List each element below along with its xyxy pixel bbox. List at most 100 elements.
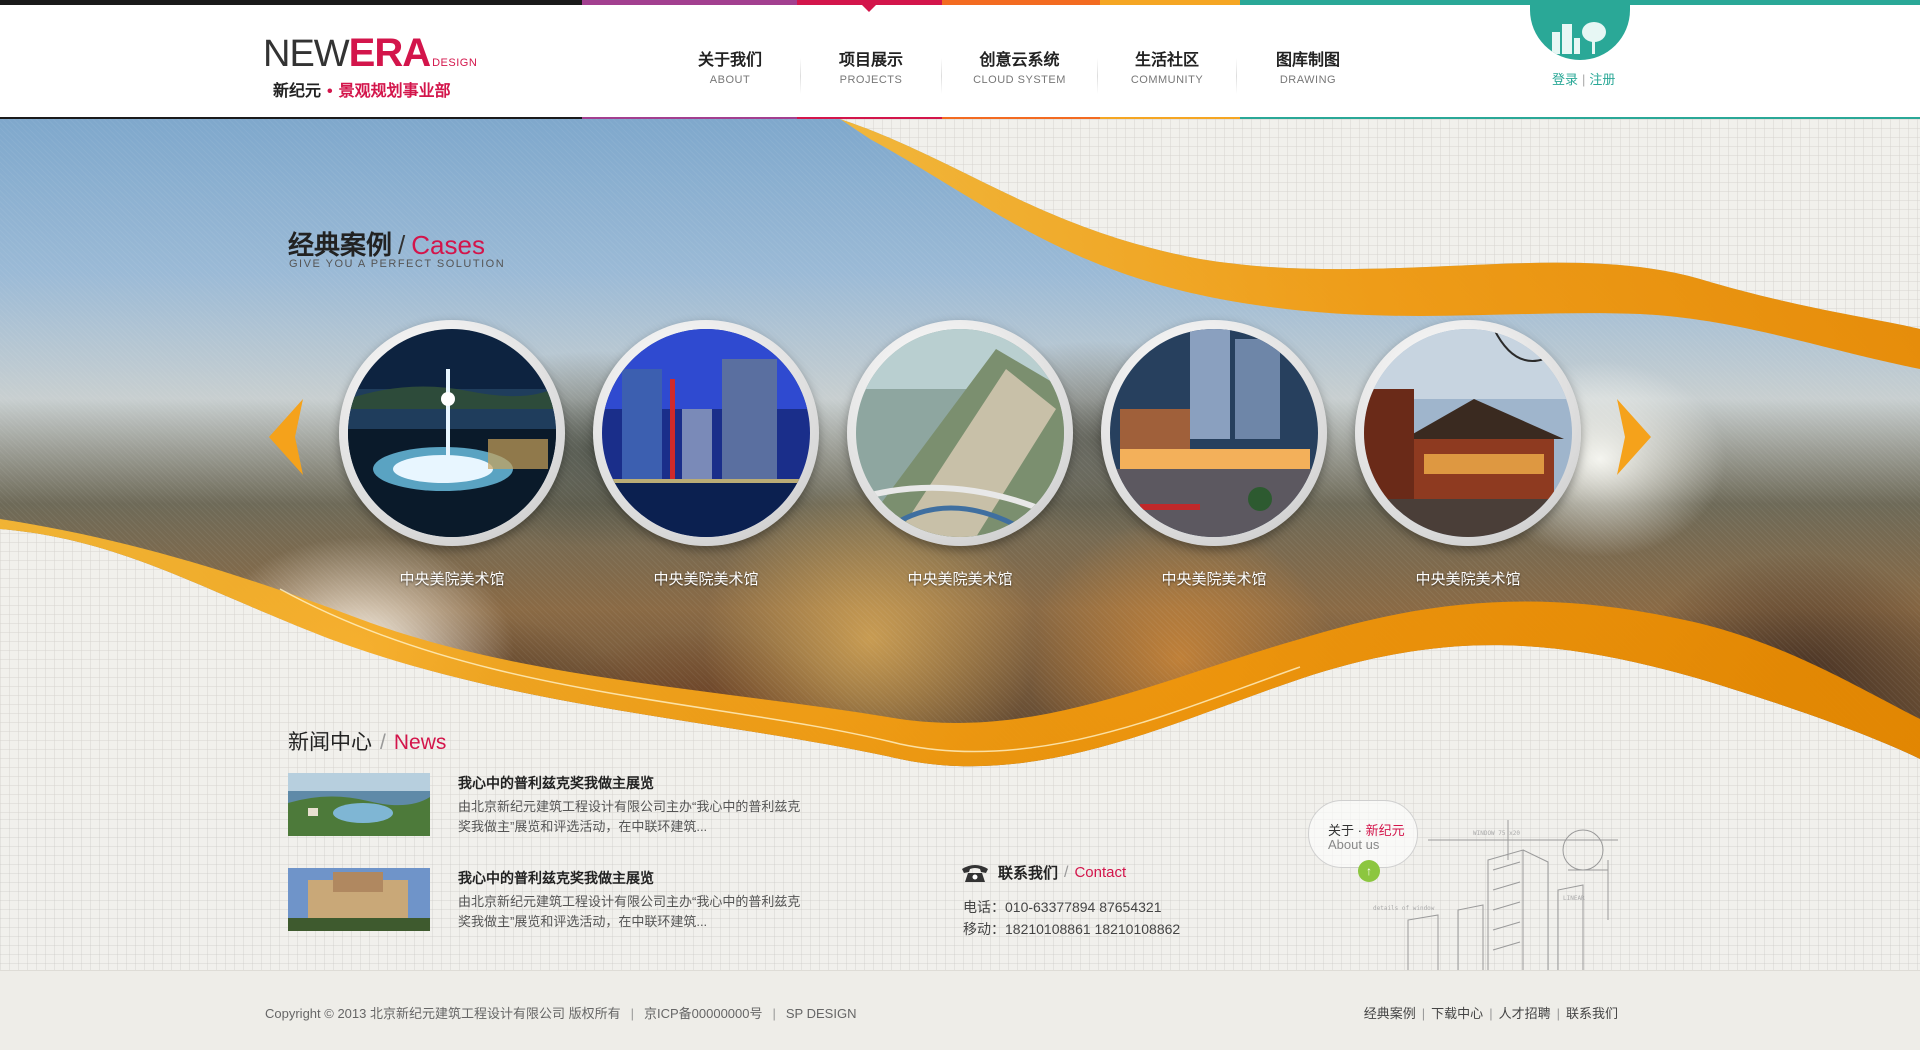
footer-link-contact[interactable]: 联系我们 <box>1566 1006 1618 1021</box>
footer-divider: | <box>1421 1006 1426 1021</box>
nav-sublabel: DRAWING <box>1279 74 1337 86</box>
footer-divider: | <box>1556 1006 1560 1021</box>
footer-link-downloads[interactable]: 下载中心 <box>1431 1006 1483 1021</box>
news-summary: 由北京新纪元建筑工程设计有限公司主办“我心中的普利兹克奖我做主”展览和评选活动，… <box>458 894 801 929</box>
nav-item-about[interactable]: 关于我们 ABOUT <box>660 50 800 100</box>
case-image <box>856 329 1064 537</box>
cases-title-en: Cases <box>411 230 485 260</box>
svg-text:WINDOW 75 x20: WINDOW 75 x20 <box>1473 830 1520 837</box>
news-headline[interactable]: 我心中的普利兹克奖我做主展览 <box>458 773 654 793</box>
case-item[interactable]: 中央美院美术馆 <box>339 320 565 589</box>
contact-title-cn: 联系我们 <box>998 865 1059 882</box>
contact-title: 联系我们 / Contact <box>960 862 1126 883</box>
logo-wordmark: NEWERA DESIGN <box>263 33 478 81</box>
logo-era: ERA <box>348 31 431 75</box>
case-image <box>602 329 810 537</box>
case-item[interactable]: 中央美院美术馆 <box>847 320 1073 589</box>
about-brand: 新纪元 <box>1365 823 1405 838</box>
case-frame <box>847 320 1073 546</box>
icon-part <box>1574 38 1580 54</box>
nav-label: 项目展示 <box>838 52 903 69</box>
footer-link-careers[interactable]: 人才招聘 <box>1499 1006 1551 1021</box>
title-slash: / <box>398 230 406 260</box>
main-nav: 关于我们 ABOUT 项目展示 PROJECTS 创意云系统 CLOUD SYS… <box>660 50 1379 100</box>
case-frame <box>593 320 819 546</box>
chevron-right-icon <box>1617 399 1651 475</box>
icon-part <box>1552 32 1560 54</box>
nav-item-cloud-system[interactable]: 创意云系统 CLOUD SYSTEM <box>942 50 1097 100</box>
news-headline[interactable]: 我心中的普利兹克奖我做主展览 <box>458 868 654 888</box>
nav-active-marker <box>862 5 876 12</box>
design-credit: SP DESIGN <box>785 1006 857 1021</box>
nav-item-drawing[interactable]: 图库制图 DRAWING <box>1237 50 1379 100</box>
svg-text:LINEAR: LINEAR <box>1563 895 1585 902</box>
case-label: 中央美院美术馆 <box>1161 571 1267 588</box>
svg-text:details of window: details of window <box>1373 905 1435 912</box>
carousel-prev-button[interactable] <box>265 397 305 477</box>
case-image <box>1364 329 1572 537</box>
case-frame <box>1101 320 1327 546</box>
case-image <box>348 329 556 537</box>
login-links: 登录 | 注册 <box>1552 69 1615 88</box>
phone-icon <box>962 864 988 882</box>
case-item[interactable]: 中央美院美术馆 <box>593 320 819 589</box>
nav-label: 创意云系统 <box>979 52 1060 69</box>
icp-number[interactable]: 京ICP备00000000号 <box>644 1006 763 1021</box>
title-slash: / <box>380 731 386 754</box>
contact-phone: 电话：010-63377894 87654321 <box>963 899 1162 915</box>
case-item[interactable]: 中央美院美术馆 <box>1355 320 1581 589</box>
carousel-next-button[interactable] <box>1615 397 1655 477</box>
case-label: 中央美院美术馆 <box>1415 571 1521 588</box>
nav-sublabel: COMMUNITY <box>1130 74 1204 86</box>
case-label: 中央美院美术馆 <box>653 571 759 588</box>
nav-item-community[interactable]: 生活社区 COMMUNITY <box>1098 50 1236 100</box>
footer-links: 经典案例 | 下载中心 | 人才招聘 | 联系我们 <box>1364 1003 1618 1022</box>
nav-sublabel: CLOUD SYSTEM <box>973 74 1066 86</box>
footer: Copyright © 2013 北京新纪元建筑工程设计有限公司 版权所有 | 京I… <box>0 970 1920 1050</box>
footer-divider: | <box>772 1006 776 1021</box>
register-link[interactable]: 注册 <box>1589 72 1615 87</box>
logo-new: NEW <box>263 33 350 75</box>
footer-divider: | <box>630 1006 634 1021</box>
icon-part <box>1562 24 1572 54</box>
about-prefix: 关于 · <box>1328 823 1366 838</box>
news-item[interactable]: 我心中的普利兹克奖我做主展览 由北京新纪元建筑工程设计有限公司主办“我心中的普利… <box>288 773 808 839</box>
title-slash: / <box>1064 863 1069 881</box>
about-title-en: About us <box>1328 837 1380 852</box>
footer-divider: | <box>1489 1006 1493 1021</box>
case-image <box>1110 329 1318 537</box>
case-label: 中央美院美术馆 <box>907 571 1013 588</box>
cases-title: 经典案例 / Cases <box>288 225 485 262</box>
news-item[interactable]: 我心中的普利兹克奖我做主展览 由北京新纪元建筑工程设计有限公司主办“我心中的普利… <box>288 868 808 934</box>
cases-subtitle: GIVE YOU A PERFECT SOLUTION <box>289 258 506 270</box>
about-more-button[interactable]: ↑ <box>1358 860 1380 882</box>
news-title-cn: 新闻中心 <box>288 731 372 754</box>
login-link[interactable]: 登录 <box>1552 72 1578 87</box>
nav-label: 生活社区 <box>1134 52 1199 69</box>
logo-cn-dept: 景观规划事业部 <box>338 83 451 100</box>
news-title: 新闻中心 / News <box>288 726 446 756</box>
news-title-en: News <box>393 731 447 754</box>
case-label: 中央美院美术馆 <box>399 571 505 588</box>
logo-subtitle: 新纪元 • 景观规划事业部 <box>273 77 451 101</box>
cases-title-cn: 经典案例 <box>288 230 393 260</box>
logo-dot: • <box>327 83 333 100</box>
case-frame <box>339 320 565 546</box>
copyright: Copyright © 2013 北京新纪元建筑工程设计有限公司 版权所有 | 京I… <box>265 1003 856 1022</box>
header: NEWERA DESIGN 新纪元 • 景观规划事业部 关于我们 ABOUT 项目展示… <box>0 5 1920 118</box>
logo-cn-name: 新纪元 <box>273 83 322 100</box>
case-item[interactable]: 中央美院美术馆 <box>1101 320 1327 589</box>
building-tree-icon <box>1530 5 1630 60</box>
footer-link-cases[interactable]: 经典案例 <box>1364 1006 1416 1021</box>
logo-design: DESIGN <box>432 57 478 69</box>
chevron-left-icon <box>269 399 303 475</box>
news-thumbnail[interactable] <box>288 868 430 931</box>
nav-item-projects[interactable]: 项目展示 PROJECTS <box>801 50 941 100</box>
copyright-text: Copyright © 2013 北京新纪元建筑工程设计有限公司 版权所有 <box>265 1006 621 1021</box>
logo[interactable]: NEWERA DESIGN 新纪元 • 景观规划事业部 <box>263 33 503 107</box>
contact-mobile: 移动：18210108861 18210108862 <box>963 921 1181 937</box>
nav-label: 关于我们 <box>697 52 762 69</box>
login-divider: | <box>1582 72 1586 87</box>
case-frame <box>1355 320 1581 546</box>
news-thumbnail[interactable] <box>288 773 430 836</box>
